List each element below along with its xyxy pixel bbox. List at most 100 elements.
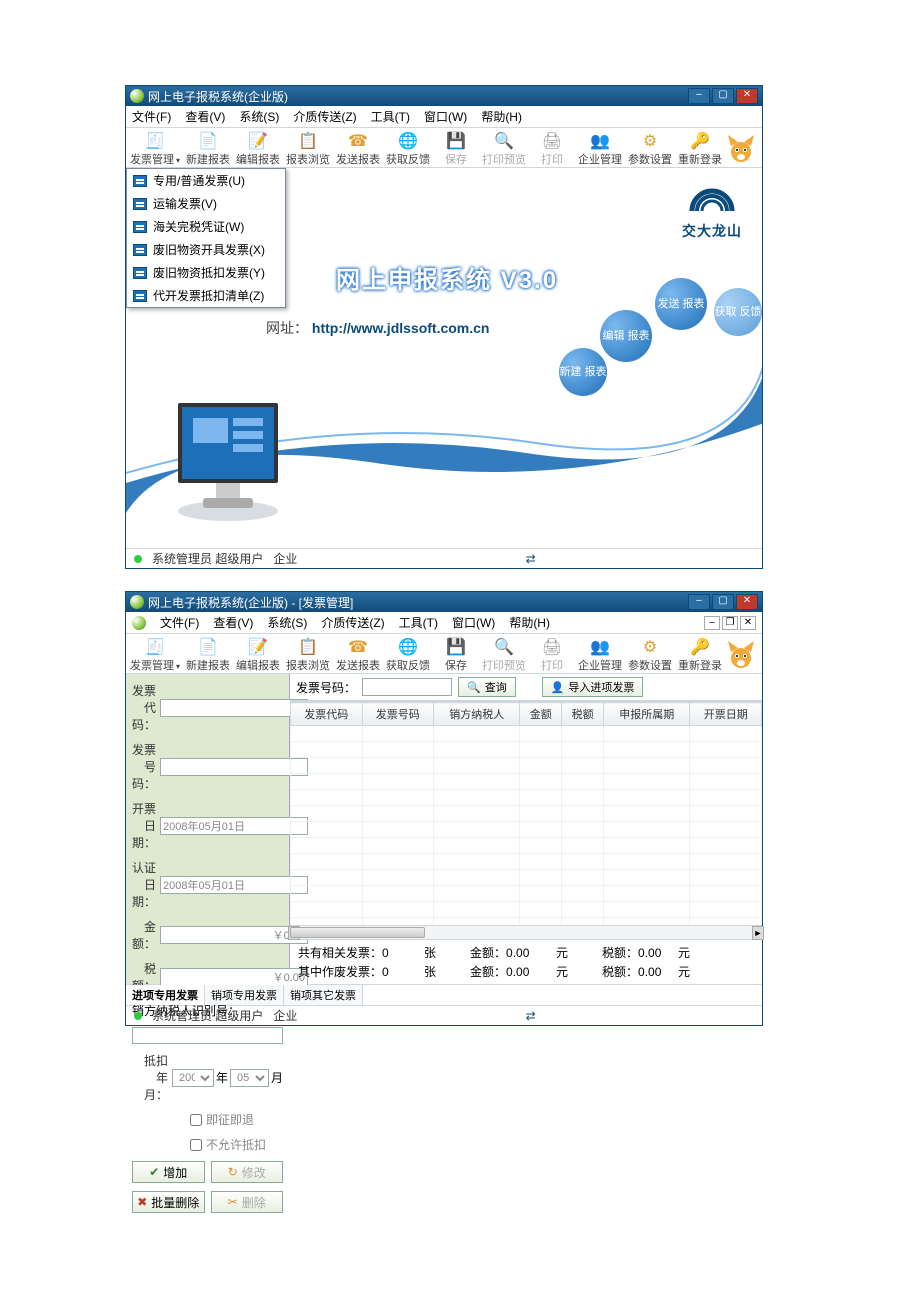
logo-text: 交大龙山 (682, 221, 742, 241)
tool-new-report[interactable]: 📄新建报表 (186, 131, 230, 167)
dd-agent-deduct-list[interactable]: 代开发票抵扣清单(Z) (127, 284, 285, 307)
col-num[interactable]: 发票号码 (362, 703, 434, 726)
scroll-thumb[interactable] (290, 927, 425, 938)
tab-output-other[interactable]: 销项其它发票 (284, 985, 363, 1005)
input-tax[interactable] (160, 968, 308, 986)
tool-send-report[interactable]: ☎发送报表 (336, 637, 380, 673)
bottom-tabs: 进项专用发票 销项专用发票 销项其它发票 (126, 984, 762, 1005)
search-button[interactable]: 🔍查询 (458, 677, 516, 697)
delete-button: ✂删除 (211, 1191, 284, 1213)
input-amount[interactable] (160, 926, 308, 944)
chk-no-deduct[interactable] (190, 1139, 202, 1151)
dd-transport-invoice[interactable]: 运输发票(V) (127, 192, 285, 215)
tool-settings[interactable]: ⚙参数设置 (628, 637, 672, 673)
menu-view[interactable]: 查看(V) (213, 614, 253, 631)
col-amount[interactable]: 金额 (520, 703, 562, 726)
add-button[interactable]: ✔增加 (132, 1161, 205, 1183)
table-row (291, 886, 762, 902)
col-code[interactable]: 发票代码 (291, 703, 363, 726)
chk-instant-refund[interactable] (190, 1114, 202, 1126)
tool-edit-report[interactable]: 📝编辑报表 (236, 131, 280, 167)
tool-get-feedback[interactable]: 🌐获取反馈 (386, 637, 430, 673)
invoice-icon (133, 198, 147, 210)
tool-print-preview: 🔍打印预览 (482, 131, 526, 167)
menu-help[interactable]: 帮助(H) (481, 108, 522, 125)
tool-print-preview: 🔍打印预览 (482, 637, 526, 673)
tool-invoice-mgmt[interactable]: 🧾发票管理▾ (130, 131, 180, 167)
menu-help[interactable]: 帮助(H) (509, 614, 550, 631)
menu-window[interactable]: 窗口(W) (452, 614, 495, 631)
menu-file[interactable]: 文件(F) (160, 614, 199, 631)
tool-browse-report[interactable]: 📋报表浏览 (286, 131, 330, 167)
col-tax[interactable]: 税额 (562, 703, 604, 726)
dd-special-normal-invoice[interactable]: 专用/普通发票(U) (127, 169, 285, 192)
table-row (291, 758, 762, 774)
menu-system[interactable]: 系统(S) (239, 108, 279, 125)
horizontal-scrollbar[interactable]: ◄ ► (290, 925, 762, 939)
dd-scrap-issue[interactable]: 废旧物资开具发票(X) (127, 238, 285, 261)
tool-browse-report[interactable]: 📋报表浏览 (286, 637, 330, 673)
input-invoice-code[interactable] (160, 699, 308, 717)
tab-input-special[interactable]: 进项专用发票 (126, 985, 205, 1005)
import-button[interactable]: 👤导入进项发票 (542, 677, 644, 697)
maximize-button[interactable]: ▢ (712, 594, 734, 610)
dd-scrap-deduct[interactable]: 废旧物资抵扣发票(Y) (127, 261, 285, 284)
table-row (291, 918, 762, 926)
app-icon (130, 595, 144, 609)
website-link[interactable]: http://www.jdlssoft.com.cn (312, 320, 490, 336)
input-auth-date[interactable] (160, 876, 308, 894)
tool-enterprise[interactable]: 👥企业管理 (578, 637, 622, 673)
banner-area: 专用/普通发票(U) 运输发票(V) 海关完税凭证(W) 废旧物资开具发票(X)… (126, 168, 762, 548)
tool-relogin[interactable]: 🔑重新登录 (678, 637, 722, 673)
window-title: 网上电子报税系统(企业版) (148, 88, 688, 105)
tool-save: 💾保存 (436, 131, 476, 167)
menubar: 文件(F) 查看(V) 系统(S) 介质传送(Z) 工具(T) 窗口(W) 帮助… (126, 106, 762, 128)
menu-tools[interactable]: 工具(T) (371, 108, 410, 125)
toolbar: 🧾发票管理▾ 📄新建报表 📝编辑报表 📋报表浏览 ☎发送报表 🌐获取反馈 💾保存… (126, 128, 762, 168)
batch-delete-button[interactable]: ✖批量删除 (132, 1191, 205, 1213)
monitor-graphic (168, 393, 288, 523)
status-mid-icon: ⇄ (526, 1009, 536, 1023)
tool-edit-report[interactable]: 📝编辑报表 (236, 637, 280, 673)
col-period[interactable]: 申报所属期 (604, 703, 690, 726)
menu-file[interactable]: 文件(F) (132, 108, 171, 125)
input-invoice-num[interactable] (160, 758, 308, 776)
label-deduct-period: 抵扣年月： (132, 1052, 168, 1103)
menu-media[interactable]: 介质传送(Z) (293, 108, 356, 125)
menu-view[interactable]: 查看(V) (185, 108, 225, 125)
query-input[interactable] (362, 678, 452, 696)
input-open-date[interactable] (160, 817, 308, 835)
tool-save[interactable]: 💾保存 (436, 637, 476, 673)
input-seller-id[interactable] (132, 1027, 283, 1044)
close-button[interactable]: ✕ (736, 88, 758, 104)
dd-customs-cert[interactable]: 海关完税凭证(W) (127, 215, 285, 238)
tool-print: 🖨打印 (532, 637, 572, 673)
tool-invoice-mgmt[interactable]: 🧾发票管理▾ (130, 637, 180, 673)
menu-system[interactable]: 系统(S) (267, 614, 307, 631)
mdi-restore[interactable]: ❐ (722, 616, 738, 630)
maximize-button[interactable]: ▢ (712, 88, 734, 104)
col-seller[interactable]: 销方纳税人 (434, 703, 520, 726)
status-mid-icon: ⇄ (526, 552, 536, 566)
titlebar: 网上电子报税系统(企业版) - [发票管理] – ▢ ✕ (126, 592, 762, 612)
mdi-minimize[interactable]: – (704, 616, 720, 630)
tool-new-report[interactable]: 📄新建报表 (186, 637, 230, 673)
tool-send-report[interactable]: ☎发送报表 (336, 131, 380, 167)
menu-tools[interactable]: 工具(T) (399, 614, 438, 631)
menu-media[interactable]: 介质传送(Z) (321, 614, 384, 631)
minimize-button[interactable]: – (688, 88, 710, 104)
tool-relogin[interactable]: 🔑重新登录 (678, 131, 722, 167)
bubble-edit-report: 编辑 报表 (600, 310, 652, 362)
col-date[interactable]: 开票日期 (690, 703, 762, 726)
menu-window[interactable]: 窗口(W) (424, 108, 467, 125)
scroll-right-icon[interactable]: ► (752, 926, 764, 940)
tool-settings[interactable]: ⚙参数设置 (628, 131, 672, 167)
close-button[interactable]: ✕ (736, 594, 758, 610)
tool-get-feedback[interactable]: 🌐获取反馈 (386, 131, 430, 167)
mdi-close[interactable]: ✕ (740, 616, 756, 630)
minimize-button[interactable]: – (688, 594, 710, 610)
tool-enterprise[interactable]: 👥企业管理 (578, 131, 622, 167)
tab-output-special[interactable]: 销项专用发票 (205, 985, 284, 1005)
select-year[interactable]: 2008 (172, 1069, 214, 1087)
select-month[interactable]: 05 (230, 1069, 269, 1087)
